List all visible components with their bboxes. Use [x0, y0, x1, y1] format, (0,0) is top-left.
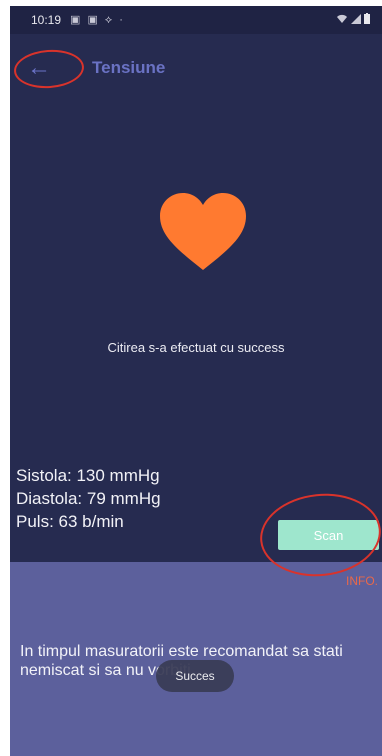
app-bar: ← Tensiune [10, 34, 382, 104]
readings-block: Sistola: 130 mmHg Diastola: 79 mmHg Puls… [16, 464, 161, 533]
wifi-icon [336, 14, 347, 23]
result-message: Citirea s-a efectuat cu success [107, 340, 285, 355]
info-panel: INFO. In timpul masuratorii este recoman… [10, 562, 382, 756]
battery-icon [364, 13, 370, 24]
signal-icon [350, 14, 361, 24]
status-bar: 10:19 ▣ ▣ ⟡ · [10, 6, 382, 34]
success-toast: Succes [156, 660, 234, 692]
app-screen: 10:19 ▣ ▣ ⟡ · ← Tensiune Citirea s-a efe… [10, 6, 382, 756]
pulse-reading: Puls: 63 b/min [16, 512, 124, 531]
diastolic-reading: Diastola: 79 mmHg [16, 489, 161, 508]
scan-button[interactable]: Scan [278, 520, 379, 550]
heart-icon [160, 193, 246, 270]
back-arrow-icon[interactable]: ← [18, 52, 60, 84]
notification-icons: ▣ ▣ ⟡ · [70, 14, 125, 26]
page-title: Tensiune [92, 58, 166, 77]
info-link[interactable]: INFO. [346, 574, 378, 588]
status-time: 10:19 [31, 13, 62, 27]
system-icons [336, 13, 370, 27]
systolic-reading: Sistola: 130 mmHg [16, 466, 160, 485]
